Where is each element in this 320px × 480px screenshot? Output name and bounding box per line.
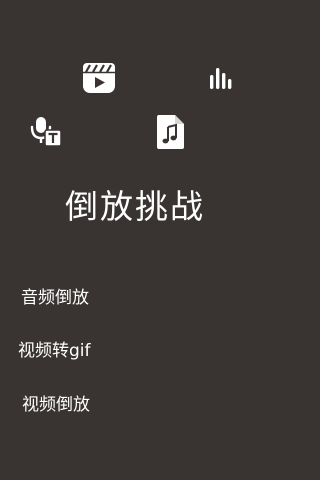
app-title: 倒放挑战 — [65, 187, 205, 226]
menu-item-video-reverse[interactable]: 视频倒放 — [22, 393, 90, 417]
video-clapper-icon[interactable] — [82, 61, 116, 95]
voice-to-text-icon[interactable] — [29, 115, 63, 149]
music-file-icon[interactable] — [154, 114, 186, 150]
menu-item-video-to-gif[interactable]: 视频转gif — [18, 339, 91, 363]
menu-item-audio-reverse[interactable]: 音频倒放 — [21, 286, 89, 310]
audio-levels-icon[interactable] — [208, 66, 236, 92]
